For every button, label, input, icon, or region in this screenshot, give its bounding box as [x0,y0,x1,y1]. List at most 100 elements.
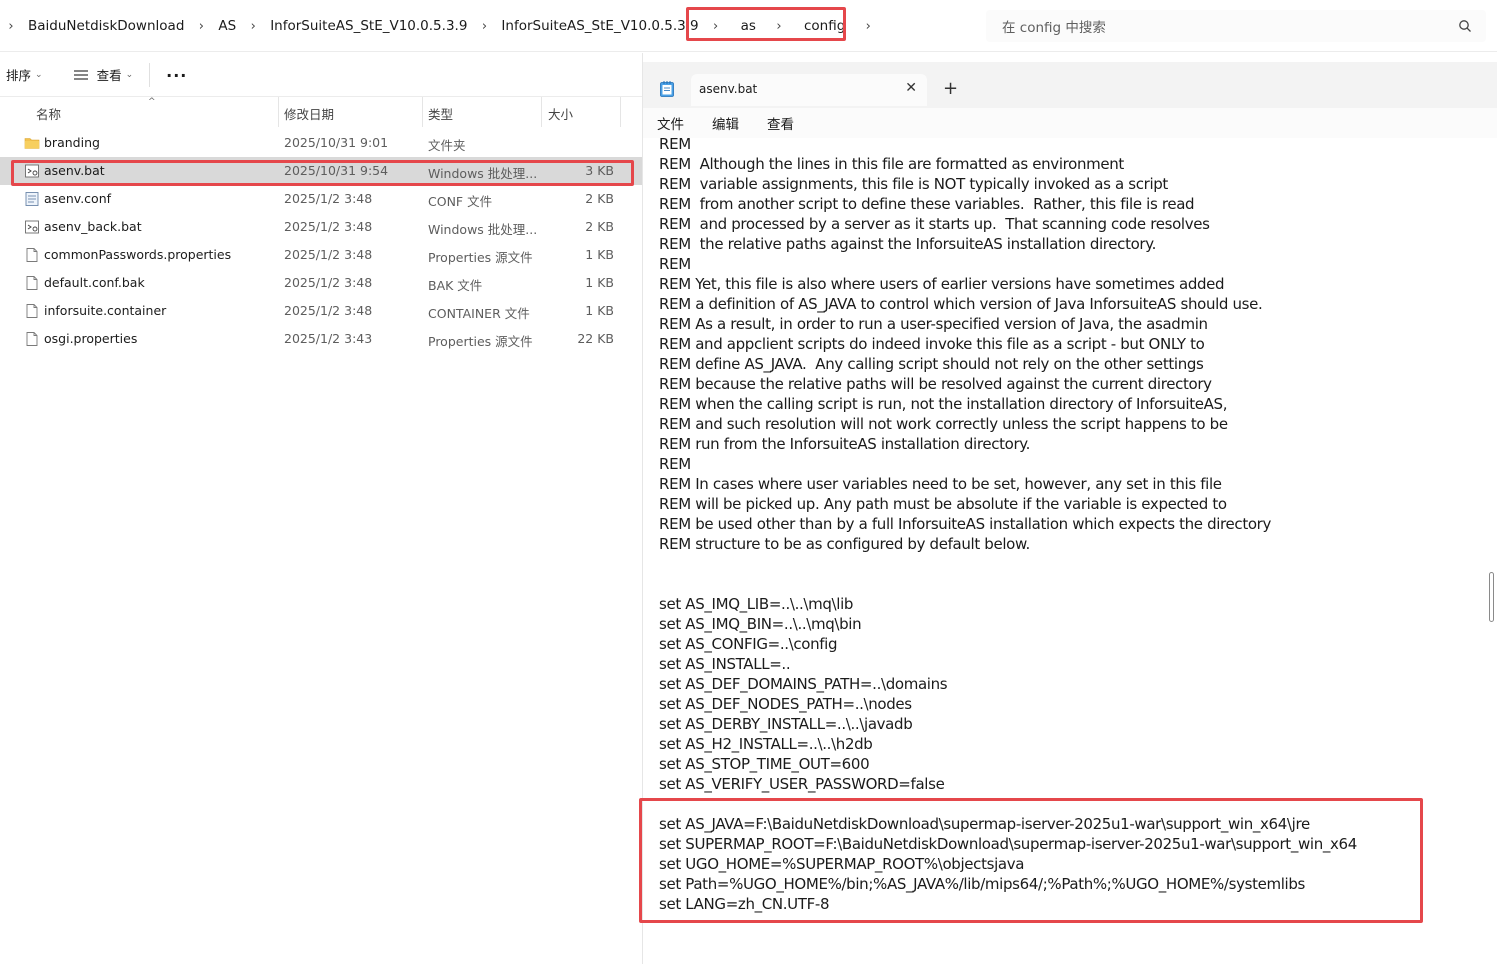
chevron-right-icon: › [8,18,14,34]
file-name: osgi.properties [44,331,138,346]
editor-line: REM Although the lines in this file are … [659,155,1124,173]
breadcrumb-item[interactable]: BaiduNetdiskDownload [22,18,190,34]
editor-line: REM run from the InforsuiteAS installati… [659,435,1031,453]
tab-asenv-bat[interactable]: asenv.bat ✕ [691,74,927,106]
editor-line: set AS_INSTALL=.. [659,655,791,673]
breadcrumb-item[interactable]: as [735,18,762,34]
file-icon [26,332,38,346]
editor-line: set AS_VERIFY_USER_PASSWORD=false [659,775,945,793]
editor-line: REM [659,455,691,473]
tab-title: asenv.bat [699,82,758,96]
conf-file-icon [25,192,39,206]
sort-label: 排序 [6,68,32,83]
file-row[interactable]: asenv_back.bat 2025/1/2 3:48 Windows 批处理… [0,213,642,241]
sort-up-icon: ^ [148,97,156,107]
file-type: CONTAINER 文件 [428,306,530,321]
editor-content: REM REM Although the lines in this file a… [659,138,1357,914]
file-size: 2 KB [585,191,614,206]
editor-line: REM In cases where user variables need t… [659,475,1222,493]
file-row[interactable]: osgi.properties 2025/1/2 3:43 Properties… [0,325,642,353]
breadcrumb-item[interactable]: InforSuiteAS_StE_V10.0.5.3.9 [495,18,704,34]
editor-line: set AS_STOP_TIME_OUT=600 [659,755,870,773]
file-date: 2025/1/2 3:48 [284,219,373,234]
file-name: branding [44,135,100,150]
text-editor[interactable]: REM REM Although the lines in this file a… [643,138,1497,964]
breadcrumb-item[interactable]: config [798,18,851,34]
search-box[interactable]: 在 config 中搜索 [986,10,1486,42]
file-date: 2025/1/2 3:48 [284,247,373,262]
search-icon[interactable] [1458,19,1472,33]
file-icon [26,248,38,262]
editor-line: REM define AS_JAVA. Any calling script s… [659,355,1204,373]
editor-line: set AS_DEF_NODES_PATH=..\nodes [659,695,912,713]
editor-line: REM As a result, in order to run a user-… [659,315,1208,333]
editor-line: set AS_CONFIG=..\config [659,635,838,653]
file-name: commonPasswords.properties [44,247,232,262]
file-type: BAK 文件 [428,278,483,293]
chevron-down-icon: ⌄ [35,69,43,80]
file-row[interactable]: inforsuite.container 2025/1/2 3:48 CONTA… [0,297,642,325]
column-header-size[interactable]: 大小 [548,104,573,123]
file-icon [26,304,38,318]
file-size: 3 KB [585,163,614,178]
file-date: 2025/10/31 9:54 [284,163,389,178]
chevron-right-icon: › [250,18,256,34]
editor-line: REM structure to be as configured by def… [659,535,1030,553]
file-type: Properties 源文件 [428,250,533,265]
file-date: 2025/1/2 3:48 [284,275,373,290]
file-date: 2025/1/2 3:48 [284,191,373,206]
file-size: 1 KB [585,303,614,318]
editor-line: set AS_H2_INSTALL=..\..\h2db [659,735,873,753]
chevron-right-icon: › [198,18,204,34]
column-header-type[interactable]: 类型 [428,104,453,123]
editor-line: REM and such resolution will not work co… [659,415,1228,433]
menu-file[interactable]: 文件 [657,113,684,133]
menu-edit[interactable]: 编辑 [712,113,739,133]
editor-line: REM and processed by a server as it star… [659,215,1210,233]
file-row[interactable]: asenv.bat 2025/10/31 9:54 Windows 批处理...… [0,157,642,185]
scrollbar-thumb[interactable] [1489,572,1494,622]
editor-line: set SUPERMAP_ROOT=F:\BaiduNetdiskDownloa… [659,835,1357,853]
column-header-row: ^ 名称 修改日期 类型 大小 [0,97,642,127]
batch-file-icon [25,164,39,178]
file-type: Properties 源文件 [428,334,533,349]
file-row[interactable]: asenv.conf 2025/1/2 3:48 CONF 文件 2 KB [0,185,642,213]
editor-line: set AS_DEF_DOMAINS_PATH=..\domains [659,675,948,693]
toolbar: 排序 ⌄ 查看 ⌄ ... [0,53,642,97]
file-row[interactable]: commonPasswords.properties 2025/1/2 3:48… [0,241,642,269]
breadcrumb-item[interactable]: AS [212,18,242,34]
sort-button[interactable]: 排序 ⌄ [0,65,49,84]
more-button[interactable]: ... [160,62,193,81]
view-button[interactable]: 查看 ⌄ [67,65,140,84]
chevron-right-icon: › [481,18,488,34]
column-header-date[interactable]: 修改日期 [284,104,334,123]
editor-line: set UGO_HOME=%SUPERMAP_ROOT%\objectsjava [659,855,1025,873]
breadcrumb-item[interactable]: InforSuiteAS_StE_V10.0.5.3.9 [264,18,473,34]
chevron-right-icon[interactable]: › [857,19,879,34]
column-divider[interactable] [541,97,542,127]
column-divider[interactable] [422,97,423,127]
file-name: asenv_back.bat [44,219,142,234]
column-divider[interactable] [620,97,621,127]
file-row[interactable]: branding 2025/10/31 9:01 文件夹 [0,129,642,157]
file-row[interactable]: default.conf.bak 2025/1/2 3:48 BAK 文件 1 … [0,269,642,297]
folder-icon [24,138,40,149]
editor-line: REM be used other than by a full Inforsu… [659,515,1272,533]
search-input[interactable]: 在 config 中搜索 [1002,16,1106,36]
screen: › BaiduNetdiskDownload › AS › InforSuite… [0,0,1497,964]
file-type: CONF 文件 [428,194,493,209]
column-divider[interactable] [278,97,279,127]
column-header-name[interactable]: 名称 [36,104,61,123]
add-tab-button[interactable]: + [943,78,958,99]
view-icon [73,69,88,80]
chevron-right-icon: › [776,18,782,34]
editor-line: REM [659,255,691,273]
editor-line: REM when the calling script is run, not … [659,395,1228,413]
notepad-window: asenv.bat ✕ + 文件 编辑 查看 REM REM Although t… [643,62,1497,964]
menu-view[interactable]: 查看 [767,113,794,133]
address-bar: › BaiduNetdiskDownload › AS › InforSuite… [0,0,1497,52]
editor-line: REM [659,138,691,153]
editor-line: set AS_IMQ_LIB=..\..\mq\lib [659,595,854,613]
close-icon[interactable]: ✕ [905,80,917,96]
